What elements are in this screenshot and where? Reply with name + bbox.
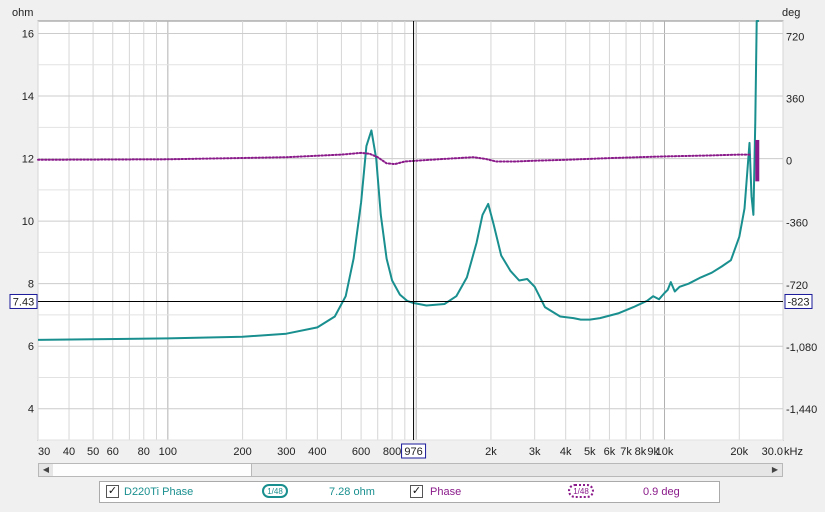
left-y-tick-label: 10 xyxy=(22,216,34,228)
x-tick-label: 4k xyxy=(560,446,572,458)
series-1-cursor-value: 7.28 ohm xyxy=(329,486,375,498)
series-2-name: Phase xyxy=(430,486,462,498)
series-1-checkbox[interactable]: ✓ xyxy=(106,485,119,498)
series-2-cursor-value: 0.9 deg xyxy=(643,486,680,498)
x-tick-label: 20k xyxy=(730,446,748,458)
x-tick-label: 400 xyxy=(308,446,326,458)
x-tick-label: 30 xyxy=(38,446,50,458)
x-tick-label: 60 xyxy=(107,446,119,458)
left-y-tick-label: 16 xyxy=(22,29,34,41)
x-tick-label: 5k xyxy=(584,446,596,458)
x-tick-label: 8k xyxy=(635,446,647,458)
x-tick-label: 6k xyxy=(604,446,616,458)
right-y-tick-label: -360 xyxy=(786,218,808,230)
left-y-tick-label: 4 xyxy=(28,404,34,416)
scroll-thumb[interactable] xyxy=(53,464,252,476)
x-tick-label: 600 xyxy=(352,446,370,458)
right-y-tick-label: 360 xyxy=(786,94,804,106)
x-tick-label: 800 xyxy=(383,446,401,458)
series-1-name: D220Ti Phase xyxy=(124,486,194,498)
left-y-tick-label: 6 xyxy=(28,341,34,353)
left-y-tick-label: 12 xyxy=(22,154,34,166)
right-y-tick-label: -1,440 xyxy=(786,404,817,416)
right-y-tick-label: 720 xyxy=(786,32,804,44)
x-tick-label: 100 xyxy=(159,446,177,458)
left-cursor-readout-label: 7.43 xyxy=(13,296,34,308)
right-y-tick-label: 0 xyxy=(786,156,792,168)
right-y-tick-label: -1,080 xyxy=(786,342,817,354)
x-unit-label: kHz xyxy=(784,446,803,458)
series-1-smoothing-swatch[interactable]: 1/48 xyxy=(262,484,288,498)
x-tick-label: 40 xyxy=(63,446,75,458)
chart-canvas[interactable]: 7.43 -823976 30 40 50 60 80 100 200 300 400 600 800… xyxy=(0,0,825,512)
x-tick-label: 7k xyxy=(620,446,632,458)
x-tick-label: 3k xyxy=(529,446,541,458)
x-tick-label: 30.0 xyxy=(762,446,783,458)
x-tick-label: 2k xyxy=(485,446,497,458)
phase-noise-mark xyxy=(755,139,760,182)
x-tick-label: 300 xyxy=(277,446,295,458)
x-tick-label: 200 xyxy=(233,446,251,458)
right-cursor-readout-label: -823 xyxy=(787,296,809,308)
series-2-checkbox[interactable]: ✓ xyxy=(410,485,423,498)
scroll-left-arrow-icon[interactable]: ◀ xyxy=(39,464,53,476)
x-tick-label: 10k xyxy=(656,446,674,458)
horizontal-scrollbar[interactable]: ◀ ▶ xyxy=(38,463,783,477)
left-y-tick-label: 14 xyxy=(22,91,34,103)
x-tick-label: 50 xyxy=(87,446,99,458)
scroll-right-arrow-icon[interactable]: ▶ xyxy=(768,464,782,476)
right-y-tick-label: -720 xyxy=(786,280,808,292)
x-tick-label: 80 xyxy=(138,446,150,458)
left-y-tick-label: 8 xyxy=(28,279,34,291)
legend-bar: ✓ D220Ti Phase 1/48 7.28 ohm ✓ Phase 1/4… xyxy=(99,481,720,503)
left-unit-label: ohm xyxy=(12,7,33,19)
right-unit-label: deg xyxy=(782,7,800,19)
series-2-smoothing-swatch[interactable]: 1/48 xyxy=(568,484,594,498)
x-cursor-readout-label: 976 xyxy=(404,446,422,458)
